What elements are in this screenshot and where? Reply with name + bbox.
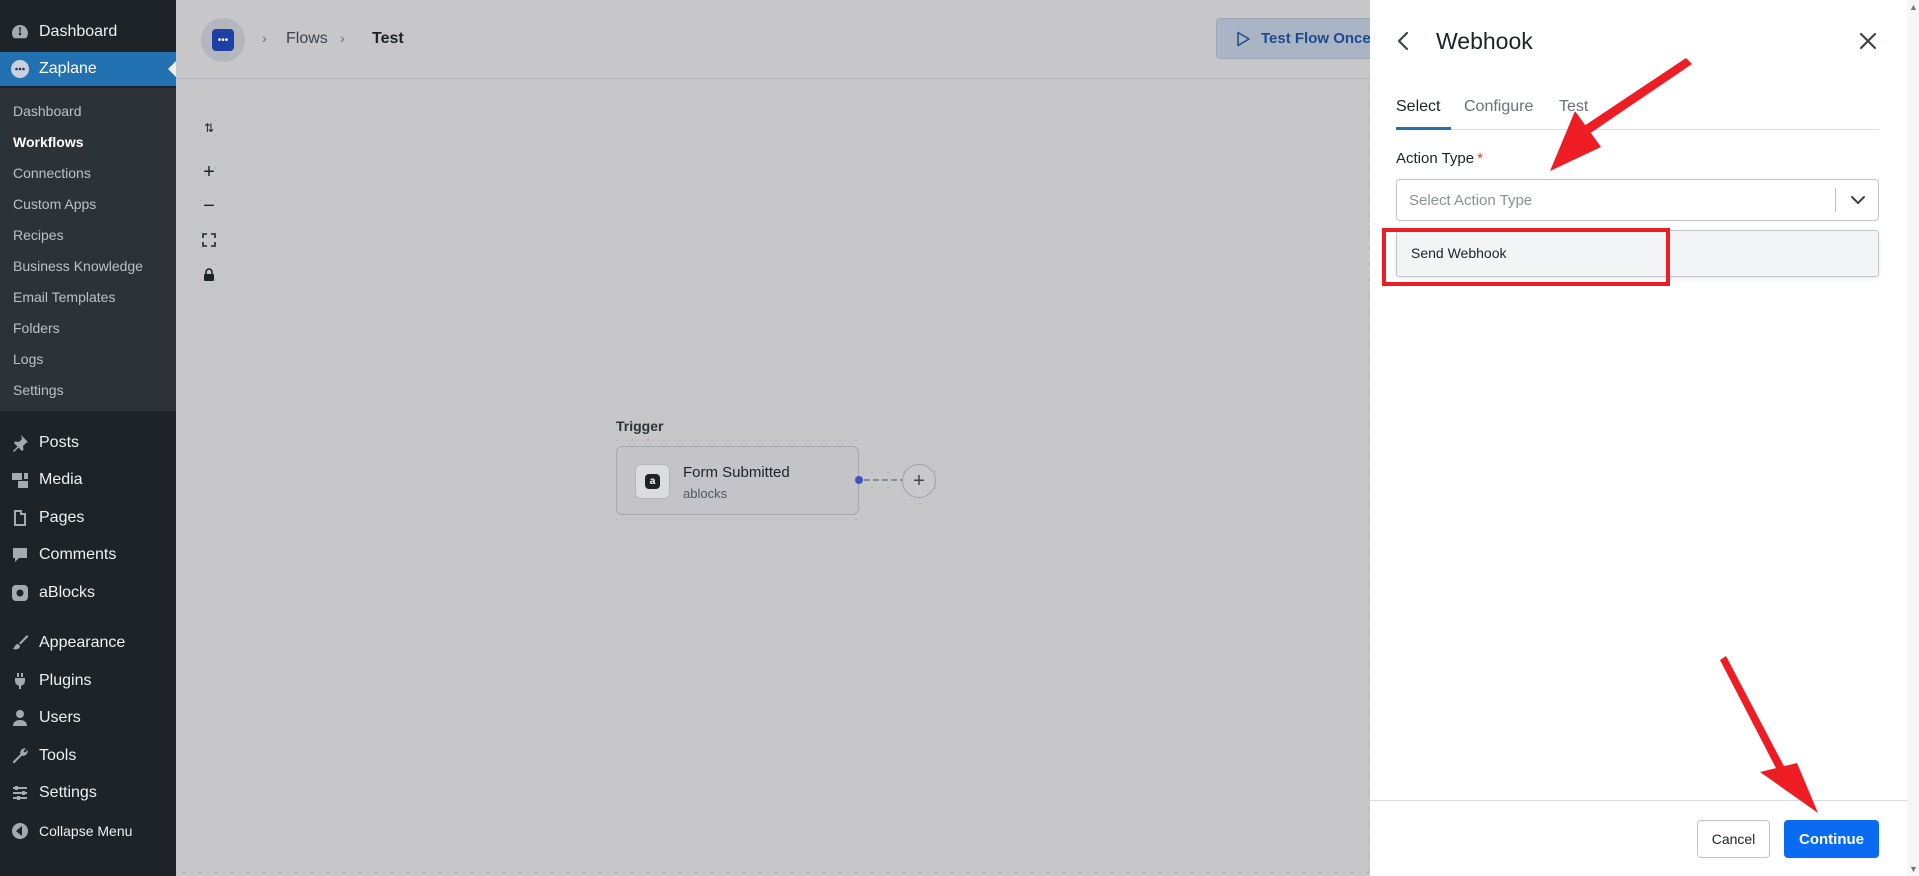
menu-comments-label: Comments xyxy=(39,546,117,563)
submenu-custom-apps[interactable]: Custom Apps xyxy=(13,194,96,214)
tab-select[interactable]: Select xyxy=(1396,98,1440,116)
trigger-node[interactable]: a Form Submitted ablocks xyxy=(616,446,859,515)
menu-comments[interactable]: Comments xyxy=(0,538,176,572)
trigger-label: Trigger xyxy=(616,418,664,434)
submenu-connections[interactable]: Connections xyxy=(13,163,91,183)
continue-button[interactable]: Continue xyxy=(1784,820,1879,858)
play-icon xyxy=(1237,31,1250,46)
chevron-right-icon: › xyxy=(340,30,345,46)
menu-dashboard[interactable]: Dashboard xyxy=(0,15,176,49)
ablocks-icon xyxy=(9,582,31,604)
comment-icon xyxy=(9,544,31,566)
test-flow-button[interactable]: Test Flow Once xyxy=(1216,18,1376,59)
node-title: Form Submitted xyxy=(683,464,790,481)
required-mark: * xyxy=(1477,150,1483,167)
breadcrumb-current: Test xyxy=(372,30,404,47)
select-divider xyxy=(1835,188,1836,212)
cancel-button[interactable]: Cancel xyxy=(1697,820,1770,858)
back-arrow-icon[interactable] xyxy=(1392,28,1416,54)
submenu-recipes[interactable]: Recipes xyxy=(13,225,64,245)
action-type-placeholder: Select Action Type xyxy=(1409,192,1533,209)
sliders-icon xyxy=(9,782,31,804)
media-icon xyxy=(9,469,31,491)
sort-icon[interactable]: ⇅ xyxy=(196,115,222,141)
menu-media-label: Media xyxy=(39,471,83,488)
menu-posts[interactable]: Posts xyxy=(0,426,176,460)
menu-media[interactable]: Media xyxy=(0,463,176,497)
menu-settings[interactable]: Settings xyxy=(0,776,176,810)
menu-tools-label: Tools xyxy=(39,747,77,764)
chevron-right-icon: › xyxy=(262,30,267,46)
active-tab-indicator xyxy=(1396,127,1451,130)
submenu-settings[interactable]: Settings xyxy=(13,380,64,400)
menu-tools[interactable]: Tools xyxy=(0,739,176,773)
menu-users-label: Users xyxy=(39,709,81,726)
menu-plugins-label: Plugins xyxy=(39,672,92,689)
panel-title: Webhook xyxy=(1436,28,1533,54)
scroll-up-icon[interactable]: ▲ xyxy=(1909,2,1918,12)
submenu-logs[interactable]: Logs xyxy=(13,349,43,369)
action-type-select[interactable]: Select Action Type xyxy=(1396,179,1879,221)
menu-dashboard-label: Dashboard xyxy=(39,23,118,40)
connector-line xyxy=(864,479,906,481)
menu-pages-label: Pages xyxy=(39,509,85,526)
user-icon xyxy=(9,707,31,729)
scrollbar[interactable] xyxy=(1907,0,1919,876)
plug-icon xyxy=(9,670,31,692)
chevron-down-icon[interactable] xyxy=(1847,189,1869,211)
submenu-dashboard[interactable]: Dashboard xyxy=(13,101,82,121)
admin-sidebar: Dashboard Zaplane Dashboard Workflows Co… xyxy=(0,0,176,876)
submenu-business-knowledge[interactable]: Business Knowledge xyxy=(13,256,143,276)
dashboard-icon xyxy=(9,21,31,43)
pin-icon xyxy=(9,432,31,454)
menu-pages[interactable]: Pages xyxy=(0,501,176,535)
action-type-label-text: Action Type xyxy=(1396,150,1475,167)
brush-icon xyxy=(9,632,31,654)
scroll-down-icon[interactable]: ▼ xyxy=(1909,864,1918,874)
collapse-menu-label: Collapse Menu xyxy=(39,823,133,839)
node-output-port[interactable] xyxy=(855,476,863,484)
menu-plugins[interactable]: Plugins xyxy=(0,664,176,698)
close-icon[interactable] xyxy=(1856,29,1880,53)
submenu-folders[interactable]: Folders xyxy=(13,318,60,338)
collapse-menu-button[interactable]: Collapse Menu xyxy=(0,814,176,848)
zaplane-submenu: Dashboard Workflows Connections Custom A… xyxy=(0,88,176,411)
submenu-workflows[interactable]: Workflows xyxy=(13,132,84,152)
menu-appearance[interactable]: Appearance xyxy=(0,626,176,660)
menu-settings-label: Settings xyxy=(39,784,97,801)
app-logo[interactable]: ••• xyxy=(201,18,245,62)
tab-test[interactable]: Test xyxy=(1559,98,1588,116)
menu-ablocks[interactable]: aBlocks xyxy=(0,576,176,610)
node-subtitle: ablocks xyxy=(683,486,728,501)
menu-zaplane-label: Zaplane xyxy=(39,60,97,77)
zaplane-icon xyxy=(9,58,31,80)
menu-posts-label: Posts xyxy=(39,434,80,451)
submenu-email-templates[interactable]: Email Templates xyxy=(13,287,115,307)
zaplane-logo-icon: ••• xyxy=(212,29,234,51)
footer-divider xyxy=(1370,800,1907,801)
test-flow-label: Test Flow Once xyxy=(1261,30,1371,47)
pages-icon xyxy=(9,507,31,529)
panel-tabs: Select Configure Test xyxy=(1396,90,1879,130)
tab-configure[interactable]: Configure xyxy=(1464,98,1533,116)
breadcrumb-flows[interactable]: Flows xyxy=(286,30,328,48)
lock-icon[interactable] xyxy=(196,262,222,288)
webhook-panel: Webhook Select Configure Test Action Typ… xyxy=(1370,0,1907,876)
menu-ablocks-label: aBlocks xyxy=(39,584,96,601)
menu-appearance-label: Appearance xyxy=(39,634,126,651)
ablocks-node-icon: a xyxy=(635,464,670,499)
zoom-out-icon[interactable]: − xyxy=(196,193,222,219)
wrench-icon xyxy=(9,745,31,767)
flow-topbar: ••• › Flows › Test Test Flow Once xyxy=(176,0,1376,79)
menu-zaplane[interactable]: Zaplane xyxy=(0,52,176,86)
menu-users[interactable]: Users xyxy=(0,701,176,735)
action-type-label: Action Type * xyxy=(1396,150,1483,167)
fit-view-icon[interactable] xyxy=(196,227,222,253)
collapse-icon xyxy=(9,820,31,842)
highlight-box xyxy=(1382,228,1670,286)
zoom-in-icon[interactable]: + xyxy=(196,159,222,185)
add-node-button[interactable]: + xyxy=(902,464,936,498)
flow-canvas[interactable]: ••• › Flows › Test Test Flow Once ⇅ + − … xyxy=(176,0,1376,876)
